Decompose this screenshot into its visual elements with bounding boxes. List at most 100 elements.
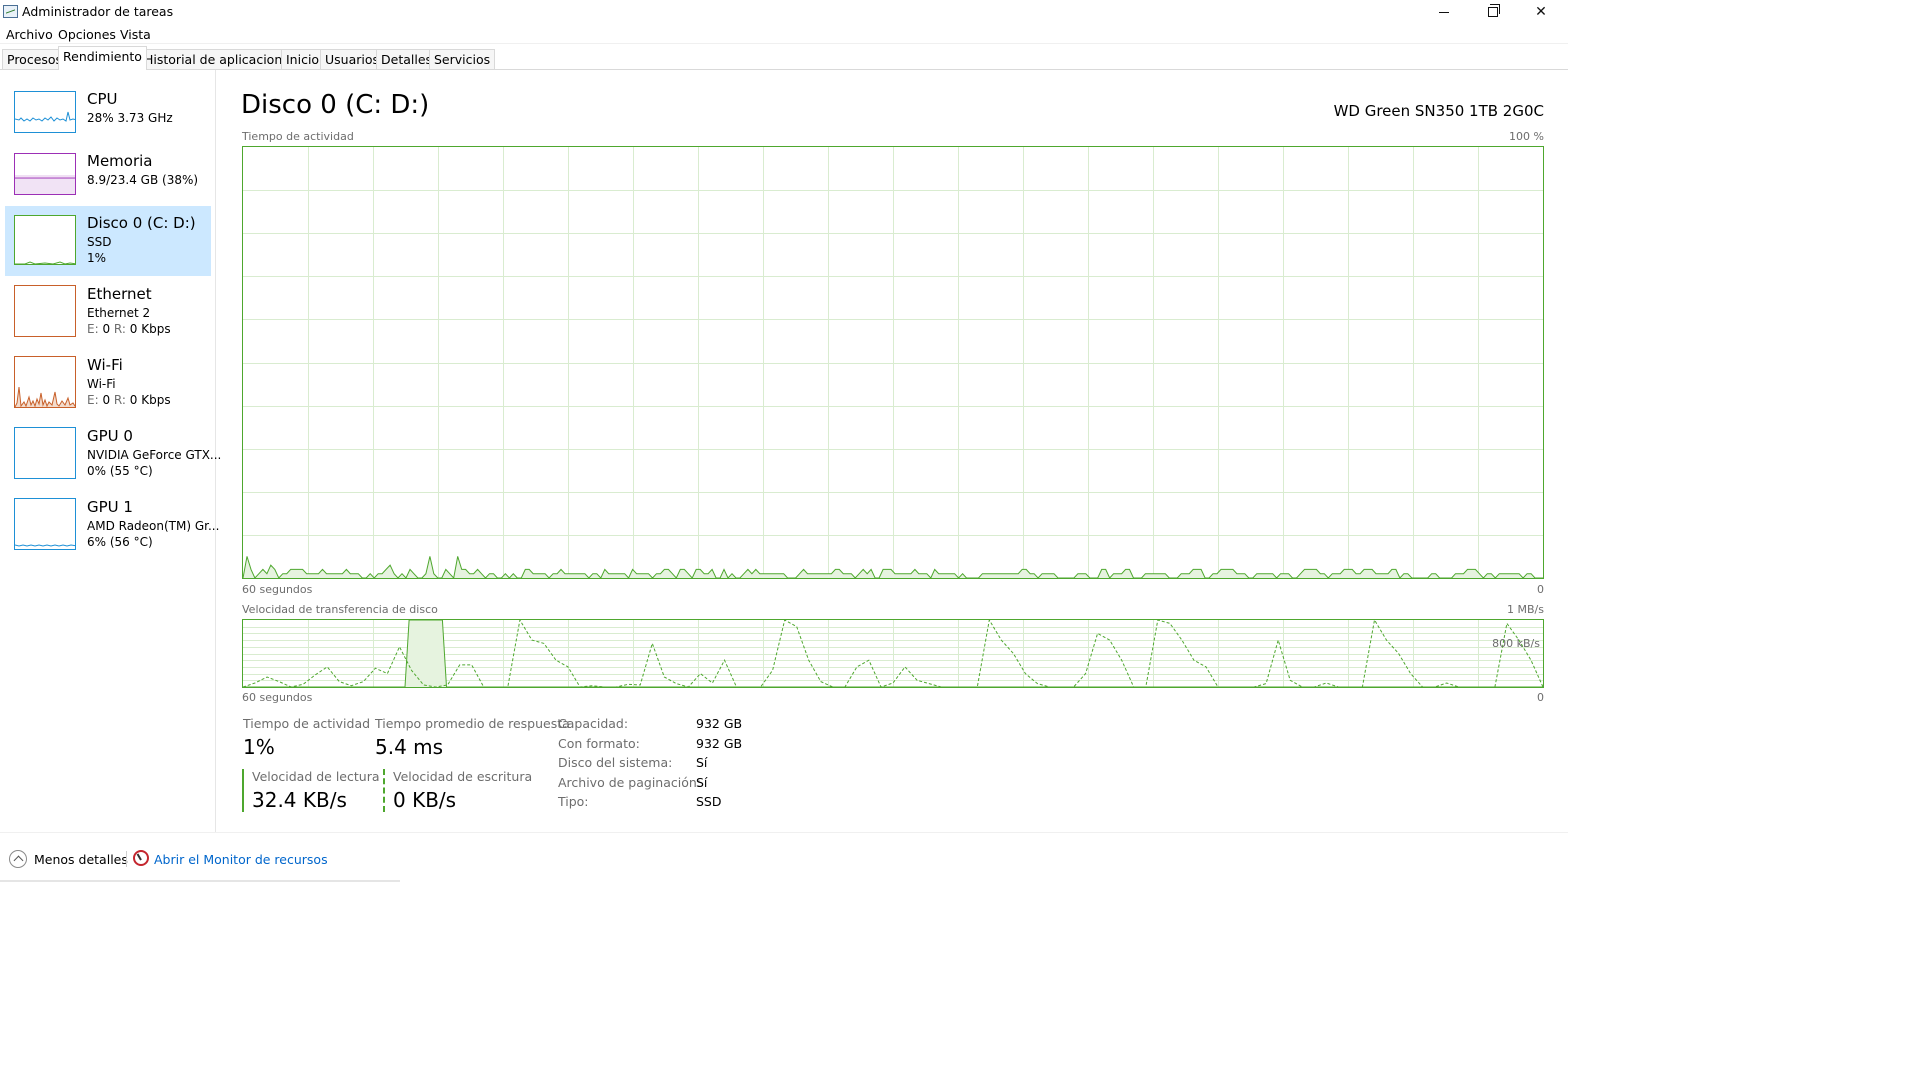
wifi-thumbnail xyxy=(14,356,76,408)
sidebar: CPU 28% 3.73 GHz Memoria 8.9/23.4 GB (38… xyxy=(0,70,221,832)
chart1-max-label: 100 % xyxy=(1509,130,1544,143)
chart2-mid-label: 800 kB/s xyxy=(1492,637,1540,650)
tab-detalles[interactable]: Detalles xyxy=(376,49,438,69)
tab-servicios[interactable]: Servicios xyxy=(429,49,496,69)
wifi-receive-label: R: xyxy=(113,393,126,407)
response-time-label: Tiempo promedio de respuesta xyxy=(375,716,570,731)
prop-type-value: SSD xyxy=(696,794,722,809)
tab-historial[interactable]: Historial de aplicaciones xyxy=(139,49,302,69)
activity-chart xyxy=(242,146,1544,579)
prop-formatted-label: Con formato: xyxy=(558,736,640,751)
device-model: WD Green SN350 1TB 2G0C xyxy=(1333,102,1544,120)
minimize-icon xyxy=(1439,11,1449,13)
activity-chart-svg xyxy=(243,147,1543,578)
prop-capacity-value: 932 GB xyxy=(696,716,743,731)
response-time-value: 5.4 ms xyxy=(375,735,444,759)
sidebar-disco-type: SSD xyxy=(87,235,112,249)
wifi-send-label: E: xyxy=(87,393,99,407)
prop-pagefile-value: Sí xyxy=(696,775,708,790)
gpu1-mini-graph xyxy=(15,499,75,549)
ethernet-send-value: 0 xyxy=(102,322,111,336)
task-manager-icon xyxy=(3,5,18,18)
sidebar-ethernet-adapter: Ethernet 2 xyxy=(87,306,151,320)
read-speed-marker xyxy=(242,769,244,812)
sidebar-gpu1-name: GPU 1 xyxy=(87,498,133,516)
menu-bar: Archivo Opciones Vista xyxy=(0,24,1568,44)
cpu-thumbnail xyxy=(14,91,76,133)
read-speed-label: Velocidad de lectura xyxy=(252,769,380,784)
prop-type-label: Tipo: xyxy=(558,794,589,809)
tab-inicio[interactable]: Inicio xyxy=(281,49,325,69)
chevron-up-icon[interactable] xyxy=(9,850,27,868)
close-icon: ✕ xyxy=(1535,4,1547,20)
sidebar-item-ethernet[interactable]: Ethernet Ethernet 2 E: 0 R: 0 Kbps xyxy=(5,280,211,346)
sidebar-disco-name: Disco 0 (C: D:) xyxy=(87,214,196,232)
sidebar-item-wifi[interactable]: Wi-Fi Wi-Fi E: 0 R: 0 Kbps xyxy=(5,351,211,417)
sidebar-cpu-name: CPU xyxy=(87,90,118,108)
window-title: Administrador de tareas xyxy=(22,4,174,19)
sidebar-memoria-name: Memoria xyxy=(87,152,153,170)
sidebar-gpu1-model: AMD Radeon(TM) Gr... xyxy=(87,519,220,533)
sidebar-item-disco[interactable]: Disco 0 (C: D:) SSD 1% xyxy=(5,206,211,276)
prop-capacity-label: Capacidad: xyxy=(558,716,629,731)
sidebar-item-gpu1[interactable]: GPU 1 AMD Radeon(TM) Gr... 6% (56 °C) xyxy=(5,493,219,559)
sidebar-gpu0-usage: 0% (55 °C) xyxy=(87,464,153,478)
menu-opciones[interactable]: Opciones xyxy=(58,27,116,42)
resource-monitor-icon[interactable] xyxy=(133,850,149,866)
menu-archivo[interactable]: Archivo xyxy=(6,27,53,42)
sidebar-memoria-detail: 8.9/23.4 GB (38%) xyxy=(87,173,199,187)
gpu0-thumbnail xyxy=(14,427,76,479)
sidebar-gpu0-name: GPU 0 xyxy=(87,427,133,445)
chart2-min-label: 0 xyxy=(1537,691,1544,704)
fewer-details-button[interactable]: Menos detalles xyxy=(34,852,128,867)
prop-system-disk-label: Disco del sistema: xyxy=(558,755,673,770)
open-resource-monitor-link[interactable]: Abrir el Monitor de recursos xyxy=(154,852,328,867)
tab-rendimiento[interactable]: Rendimiento xyxy=(58,46,147,70)
write-speed-label: Velocidad de escritura xyxy=(393,769,533,784)
prop-system-disk-value: Sí xyxy=(696,755,708,770)
sidebar-item-memoria[interactable]: Memoria 8.9/23.4 GB (38%) xyxy=(5,146,211,206)
transfer-chart-svg xyxy=(243,620,1543,687)
sidebar-gpu0-model: NVIDIA GeForce GTX... xyxy=(87,448,222,462)
transfer-chart: 800 kB/s xyxy=(242,619,1544,688)
memory-thumbnail xyxy=(14,153,76,195)
close-button[interactable]: ✕ xyxy=(1518,0,1564,24)
cpu-mini-graph xyxy=(15,92,75,132)
wifi-receive-value: 0 Kbps xyxy=(129,393,171,407)
menu-vista[interactable]: Vista xyxy=(120,27,151,42)
tab-usuarios[interactable]: Usuarios xyxy=(320,49,385,69)
write-speed-marker xyxy=(383,769,385,812)
chart1-min-label: 0 xyxy=(1537,583,1544,596)
footer-divider xyxy=(126,851,127,867)
chart2-time-label: 60 segundos xyxy=(242,691,313,704)
chart2-max-label: 1 MB/s xyxy=(1507,603,1544,616)
sidebar-disco-usage: 1% xyxy=(87,251,107,265)
wifi-send-value: 0 xyxy=(102,393,111,407)
prop-formatted-value: 932 GB xyxy=(696,736,743,751)
ethernet-send-label: E: xyxy=(87,322,99,336)
gpu1-thumbnail xyxy=(14,498,76,550)
chart-grid xyxy=(243,147,1543,578)
sidebar-ethernet-name: Ethernet xyxy=(87,285,152,303)
sidebar-item-gpu0[interactable]: GPU 0 NVIDIA GeForce GTX... 0% (55 °C) xyxy=(5,422,221,488)
active-time-label: Tiempo de actividad xyxy=(243,716,371,731)
page-title: Disco 0 (C: D:) xyxy=(241,90,430,120)
sidebar-cpu-detail: 28% 3.73 GHz xyxy=(87,111,173,125)
minimize-button[interactable] xyxy=(1421,0,1467,24)
write-speed-value: 0 KB/s xyxy=(393,788,457,812)
ethernet-receive-value: 0 Kbps xyxy=(129,322,171,336)
ethernet-thumbnail xyxy=(14,285,76,337)
sidebar-wifi-throughput: E: 0 R: 0 Kbps xyxy=(87,393,171,407)
scroll-strip xyxy=(0,880,400,882)
memory-mini-graph xyxy=(15,154,75,194)
restore-button[interactable] xyxy=(1470,0,1516,24)
title-bar: Administrador de tareas ✕ xyxy=(0,0,1568,24)
sidebar-gpu1-usage: 6% (56 °C) xyxy=(87,535,153,549)
wifi-mini-graph xyxy=(15,357,75,407)
sidebar-wifi-name: Wi-Fi xyxy=(87,356,123,374)
chart2-label: Velocidad de transferencia de disco xyxy=(242,603,438,616)
sidebar-item-cpu[interactable]: CPU 28% 3.73 GHz xyxy=(5,84,211,144)
footer: Menos detalles Abrir el Monitor de recur… xyxy=(0,832,1568,882)
tab-strip: Procesos Rendimiento Historial de aplica… xyxy=(0,46,1568,70)
read-speed-value: 32.4 KB/s xyxy=(252,788,347,812)
